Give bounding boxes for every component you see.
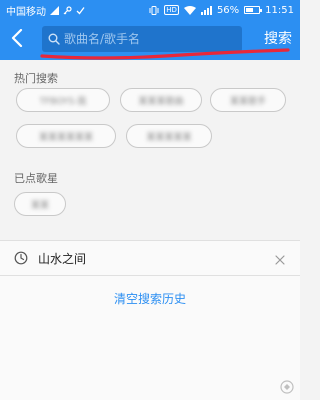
vibrate-icon <box>149 5 159 15</box>
check-icon <box>76 6 85 15</box>
watermark-icon <box>280 380 294 394</box>
search-header: 搜索 <box>0 20 300 60</box>
watermark-logo <box>280 380 294 394</box>
hot-search-chip[interactable]: 某某某某某某 <box>16 124 116 148</box>
singer-chip[interactable]: 某某 <box>14 192 66 216</box>
battery-icon <box>244 6 263 14</box>
search-box[interactable] <box>42 26 242 52</box>
history-item[interactable]: 山水之间 <box>0 240 300 276</box>
search-input[interactable] <box>60 26 242 52</box>
history-item-label: 山水之间 <box>38 251 87 266</box>
clicked-singers-title: 已点歌星 <box>14 172 58 185</box>
key-icon <box>63 5 72 15</box>
hd-icon: HD <box>164 5 179 15</box>
search-icon <box>48 30 60 49</box>
hot-search-chip[interactable]: 某某某某某 <box>126 124 212 148</box>
hot-search-chip[interactable]: 某某某歌曲 <box>120 88 202 112</box>
hot-search-title: 热门搜索 <box>14 72 58 85</box>
hot-search-chip[interactable]: 某某歌手 <box>210 88 286 112</box>
search-button[interactable]: 搜索 <box>264 28 292 48</box>
back-arrow-icon <box>11 28 23 51</box>
clear-history-button[interactable]: 清空搜索历史 <box>0 290 300 307</box>
hot-search-chip[interactable]: TFBOYS-我 <box>16 88 110 112</box>
close-icon[interactable] <box>274 251 286 270</box>
wifi-icon <box>183 5 196 15</box>
clock-time: 11:51 <box>265 4 294 16</box>
signal-icon <box>50 5 59 15</box>
carrier-label: 中国移动 <box>6 6 46 18</box>
battery-percent: 56% <box>216 4 240 16</box>
signal-bars-icon <box>200 5 212 15</box>
clock-icon <box>14 251 28 265</box>
status-bar: 中国移动 HD 56% 11:51 <box>0 0 300 20</box>
back-button[interactable] <box>0 20 34 60</box>
